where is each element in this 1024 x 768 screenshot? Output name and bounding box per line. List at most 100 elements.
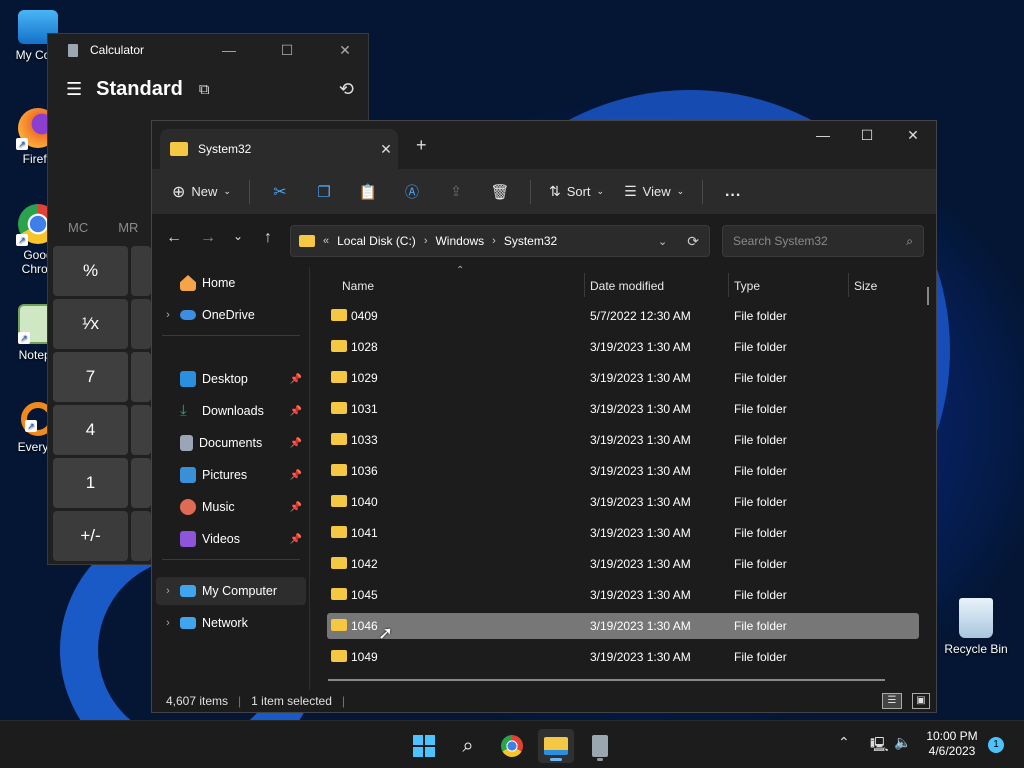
calculator-key[interactable] [131,246,151,296]
minimize-icon[interactable]: — [800,127,846,143]
column-divider[interactable] [584,273,585,297]
table-row[interactable]: 0409 5/7/2022 12:30 AM File folder [327,303,919,329]
negate-key[interactable]: +/- [53,511,128,561]
refresh-icon[interactable]: ⟳ [687,233,699,250]
recent-locations-icon[interactable]: ⌄ [224,229,252,243]
calculator-key[interactable] [131,458,151,508]
pin-icon[interactable]: 📌 [290,534,302,545]
column-header-size[interactable]: Size [854,271,914,301]
table-row[interactable]: 1028 3/19/2023 1:30 AM File folder [327,334,919,360]
view-button[interactable]: ☰ View ⌄ [616,176,692,208]
four-key[interactable]: 4 [53,405,128,455]
nav-item-desktop[interactable]: Desktop 📌 [156,365,306,393]
table-row[interactable]: 1040 3/19/2023 1:30 AM File folder [327,489,919,515]
details-view-icon[interactable]: ☰ [882,693,902,709]
table-row[interactable]: 1031 3/19/2023 1:30 AM File folder [327,396,919,422]
nav-item-onedrive[interactable]: › OneDrive [156,301,306,329]
table-row-selected[interactable]: 1046 3/19/2023 1:30 AM File folder [327,613,919,639]
file-explorer-window[interactable]: System32 ✕ + — ☐ ✕ ⊕ New ⌄ ✂ ❐ 📋 Ⓐ ⇪ 🗑 ⇅ So… [151,120,937,713]
breadcrumb-system32[interactable]: System32 [504,234,557,248]
pin-icon[interactable]: 📌 [290,438,302,449]
table-row[interactable]: 1033 3/19/2023 1:30 AM File folder [327,427,919,453]
maximize-icon[interactable]: ☐ [264,42,310,59]
chevron-right-icon[interactable]: › [156,585,180,597]
table-row[interactable]: 1041 3/19/2023 1:30 AM File folder [327,520,919,546]
search-taskbar-button[interactable]: ⌕ [450,729,486,763]
column-header-name[interactable]: Name [342,271,582,301]
nav-item-music[interactable]: Music 📌 [156,493,306,521]
start-button[interactable] [406,729,442,763]
column-divider[interactable] [728,273,729,297]
search-input[interactable] [733,234,907,248]
column-header-date[interactable]: Date modified [590,271,728,301]
reciprocal-key[interactable]: ¹⁄x [53,299,128,349]
up-icon[interactable]: ↑ [254,229,282,247]
breadcrumb-windows[interactable]: Windows [435,234,484,248]
breadcrumb-separator-icon[interactable]: › [492,235,496,247]
new-tab-icon[interactable]: + [416,135,427,156]
hamburger-menu-icon[interactable]: ☰ [66,79,82,100]
history-icon[interactable]: ⟲ [339,79,354,100]
breadcrumb-separator-icon[interactable]: › [424,235,428,247]
desktop-icon-recycle-bin[interactable]: Recycle Bin [940,598,1012,656]
column-header-type[interactable]: Type [734,271,844,301]
volume-icon[interactable]: 🔈 [894,734,911,751]
nav-item-home[interactable]: Home [156,269,306,297]
nav-item-pictures[interactable]: Pictures 📌 [156,461,306,489]
calculator-key[interactable] [131,299,151,349]
calculator-titlebar[interactable]: Calculator — ☐ ✕ [48,34,368,66]
search-box[interactable]: ⌕ [722,225,924,257]
file-explorer-taskbar-button[interactable] [538,729,574,763]
calculator-key[interactable] [131,511,151,561]
table-row[interactable]: 1029 3/19/2023 1:30 AM File folder [327,365,919,391]
pin-icon[interactable]: 📌 [290,502,302,513]
cut-button[interactable]: ✂ [260,176,300,208]
close-tab-icon[interactable]: ✕ [374,141,398,158]
overflow-chevron-icon[interactable]: « [323,235,329,247]
delete-button[interactable]: 🗑 [480,176,520,208]
copy-button[interactable]: ❐ [304,176,344,208]
rename-button[interactable]: Ⓐ [392,176,432,208]
clock[interactable]: 10:00 PM 4/6/2023 [922,729,982,759]
nav-item-my-computer[interactable]: › My Computer [156,577,306,605]
table-row[interactable]: 1045 3/19/2023 1:30 AM File folder [327,582,919,608]
network-status-icon[interactable]: 🖳 [870,734,889,758]
close-icon[interactable]: ✕ [890,127,936,144]
maximize-icon[interactable]: ☐ [844,127,890,144]
column-divider[interactable] [848,273,849,297]
pin-icon[interactable]: 📌 [290,470,302,481]
memory-recall-button[interactable]: MR [118,220,138,235]
notification-badge[interactable]: 1 [988,737,1004,753]
chevron-right-icon[interactable]: › [156,617,180,629]
pin-icon[interactable]: 📌 [290,374,302,385]
table-row[interactable]: 1036 3/19/2023 1:30 AM File folder [327,458,919,484]
share-button[interactable]: ⇪ [436,176,476,208]
more-options-button[interactable]: ... [713,176,753,208]
minimize-icon[interactable]: — [206,42,252,58]
calculator-taskbar-button[interactable] [582,729,618,763]
chrome-taskbar-button[interactable] [494,729,530,763]
calculator-key[interactable] [131,405,151,455]
vertical-scrollbar[interactable] [927,287,929,305]
calculator-key[interactable] [131,352,151,402]
keep-on-top-icon[interactable]: ⧉ [199,81,210,98]
new-button[interactable]: ⊕ New ⌄ [164,176,239,208]
paste-button[interactable]: 📋 [348,176,388,208]
table-row[interactable]: 1049 3/19/2023 1:30 AM File folder [327,644,919,670]
pin-icon[interactable]: 📌 [290,406,302,417]
seven-key[interactable]: 7 [53,352,128,402]
breadcrumb-local-disk[interactable]: Local Disk (C:) [337,234,416,248]
forward-icon[interactable]: → [194,229,222,247]
nav-item-downloads[interactable]: ⤓ Downloads 📌 [156,397,306,425]
address-bar[interactable]: « Local Disk (C:) › Windows › System32 ⌄… [290,225,710,257]
tab-system32[interactable]: System32 ✕ [160,129,398,169]
nav-item-documents[interactable]: Documents 📌 [156,429,306,457]
nav-item-videos[interactable]: Videos 📌 [156,525,306,553]
chevron-right-icon[interactable]: › [156,309,180,321]
memory-clear-button[interactable]: MC [68,220,88,235]
one-key[interactable]: 1 [53,458,128,508]
tiles-view-icon[interactable]: ▣ [912,693,930,709]
chevron-up-icon[interactable]: ⌃ [838,734,850,751]
percent-key[interactable]: % [53,246,128,296]
nav-item-network[interactable]: › Network [156,609,306,637]
